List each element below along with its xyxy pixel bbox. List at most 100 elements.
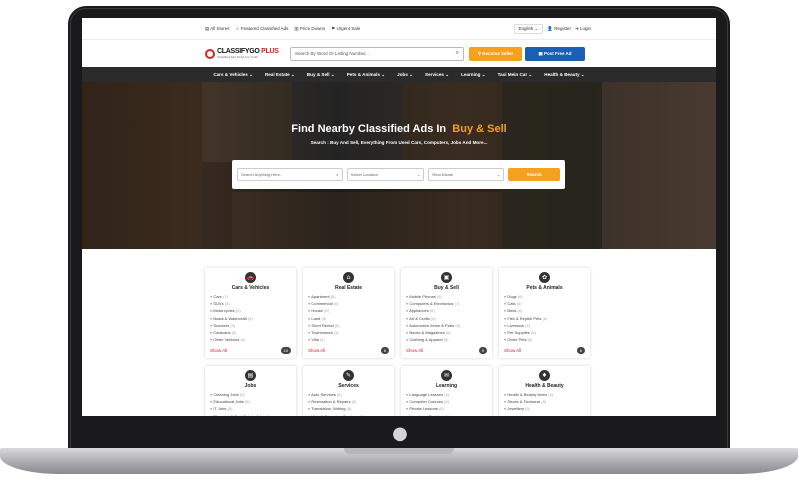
all-stores-label: All Stores — [210, 25, 230, 31]
show-all-link[interactable]: Show All — [406, 348, 423, 353]
category-item-label: Other Vehicles — [213, 337, 240, 343]
register-link[interactable]: 👤 Register — [547, 26, 571, 32]
category-item[interactable]: » Art & Crafts (6) — [406, 315, 487, 322]
nav-health-beauty[interactable]: Health & Beauty ⌄ — [544, 72, 584, 78]
category-item[interactable]: » Private Lessons (6) — [406, 405, 487, 412]
price-downs-label: Price Downs — [299, 25, 326, 31]
category-item[interactable]: » Short Rental (6) — [308, 322, 389, 329]
nav-services[interactable]: Services ⌄ — [425, 72, 449, 78]
category-item[interactable]: » Villa (6) — [308, 336, 389, 343]
category-item-label: SUVs — [213, 301, 224, 307]
category-item[interactable]: » Appliances (6) — [406, 307, 487, 314]
category-item[interactable]: » Pet Supplies (6) — [504, 329, 585, 336]
category-item[interactable]: » IT Jobs (6) — [210, 405, 291, 412]
category-item[interactable]: » Health & Beauty Items (6) — [504, 391, 585, 398]
category-item-label: Cleaning Jobs — [213, 392, 239, 397]
category-item-label: Livestock — [507, 322, 525, 328]
category-item[interactable]: » Vocational Training (6) — [406, 413, 487, 416]
category-item[interactable]: » Townhomes (1) — [308, 329, 389, 336]
category-item[interactable]: » Mobile Phones (6) — [406, 293, 487, 300]
category-item[interactable]: » Financial & Real Estate Jobs (6) — [210, 413, 291, 416]
category-title[interactable]: Real Estate — [308, 285, 389, 291]
nav-real-estate[interactable]: Real Estate ⌄ — [265, 72, 295, 78]
category-item[interactable]: » Apartment (6) — [308, 293, 389, 300]
category-item[interactable]: » Livestock (6) — [504, 322, 585, 329]
show-all-link[interactable]: Show All — [308, 348, 325, 353]
category-item[interactable]: » Cars (7) — [210, 293, 291, 300]
category-title[interactable]: Learning — [406, 383, 487, 389]
category-item[interactable]: » Dogs (6) — [504, 293, 585, 300]
category-title[interactable]: Health & Beauty — [504, 383, 585, 389]
category-item[interactable]: » Commercial (6) — [308, 300, 389, 307]
category-item[interactable]: » Other Pets (6) — [504, 336, 585, 343]
show-all-link[interactable]: Show All — [210, 348, 227, 353]
category-item[interactable]: » Computer Courses (6) — [406, 398, 487, 405]
category-item[interactable]: » Restoration & Repairs (6) — [308, 398, 389, 405]
category-item[interactable]: » Auto Services (6) — [308, 391, 389, 398]
main-nav: Cars & Vehicles ⌄ Real Estate ⌄ Buy & Se… — [82, 67, 716, 82]
login-link[interactable]: ➜ Login — [575, 26, 591, 32]
post-free-ad-button[interactable]: ▣ Post Free Ad — [525, 46, 585, 61]
category-item-count: (6) — [346, 406, 352, 412]
category-title[interactable]: Buy & Sell — [406, 285, 487, 291]
category-card: ⌂ Real Estate » Apartment (6)» Commercial … — [303, 268, 394, 358]
site-logo[interactable]: CLASSIFYGO PLUS Classified Ads Script Fo… — [205, 48, 287, 59]
nav-jobs[interactable]: Jobs ⌄ — [397, 72, 413, 78]
featured-link[interactable]: ☆ Featured Classified Ads — [236, 26, 289, 32]
category-item-count: (3) — [224, 301, 230, 307]
apple-logo-icon: ● — [392, 423, 408, 444]
hero-search-input[interactable]: Search Anything Here... ⌕ — [237, 168, 343, 181]
car-icon: 🚗 — [245, 272, 256, 283]
category-item[interactable]: » Automotive Items & Parts (6) — [406, 322, 487, 329]
category-title[interactable]: Cars & Vehicles — [210, 285, 291, 291]
category-item[interactable]: » Scooters (6) — [210, 322, 291, 329]
nav-cars-vehicles[interactable]: Cars & Vehicles ⌄ — [213, 72, 253, 78]
category-item[interactable]: » Jewellery (6) — [504, 405, 585, 412]
category-title[interactable]: Pets & Animals — [504, 285, 585, 291]
show-all-link[interactable]: Show All — [504, 348, 521, 353]
hero-search-button[interactable]: Search — [508, 168, 560, 181]
category-card: ✿ Pets & Animals » Dogs (6)» Cats (6)» Bir… — [499, 268, 590, 358]
all-stores-link[interactable]: ▤ All Stores — [205, 26, 230, 32]
nav-taxi[interactable]: Taxi Mein Car ⌄ — [498, 72, 533, 78]
category-item[interactable]: » Translation, Writing (6) — [308, 405, 389, 412]
category-item[interactable]: » Clothing & Apparel (6) — [406, 336, 487, 343]
category-item[interactable]: » Other Vehicles (6) — [210, 336, 291, 343]
category-item-label: Townhomes — [311, 330, 333, 336]
category-item[interactable]: » Cleaning Jobs (6) — [210, 391, 291, 398]
post-free-ad-label: Post Free Ad — [543, 51, 572, 56]
category-item[interactable]: » SUVs (3) — [210, 300, 291, 307]
category-item[interactable]: » Shoes & Footwear (6) — [504, 398, 585, 405]
language-selector[interactable]: English ⌄ — [513, 23, 544, 34]
nav-learning[interactable]: Learning ⌄ — [461, 72, 486, 78]
category-select[interactable]: Real Estate ⌄ — [428, 168, 505, 181]
category-item[interactable]: » Birds (6) — [504, 307, 585, 314]
category-item[interactable]: » Books & Magazines (6) — [406, 329, 487, 336]
category-item[interactable]: » Fish & Reptile Pets (6) — [504, 315, 585, 322]
category-title[interactable]: Jobs — [210, 383, 291, 389]
category-item[interactable]: » Educational Jobs (6) — [210, 398, 291, 405]
nav-label: Pets & Animals — [346, 71, 381, 77]
category-item[interactable]: » Land (6) — [308, 315, 389, 322]
category-item[interactable]: » Caravans (6) — [210, 329, 291, 336]
category-item[interactable]: » Web & Computer Services (6) — [308, 413, 389, 416]
nav-pets-animals[interactable]: Pets & Animals ⌄ — [347, 72, 385, 78]
category-item[interactable]: » Language Lessons (6) — [406, 391, 487, 398]
location-select[interactable]: Select Location ⌄ — [346, 168, 425, 181]
category-item[interactable]: » House (6) — [308, 307, 389, 314]
category-item-count: (6) — [330, 294, 336, 299]
top-bar: ▤ All Stores ☆ Featured Classified Ads ▥… — [82, 18, 716, 40]
category-item[interactable]: » Motorcycles (4) — [210, 307, 291, 314]
category-item[interactable]: » Cats (6) — [504, 300, 585, 307]
category-item-label: Clothing & Apparel — [409, 337, 443, 343]
header-search-input[interactable]: Search By Word Or Listing Number... ⌕ — [290, 46, 464, 61]
price-downs-link[interactable]: ▥ Price Downs — [294, 26, 325, 32]
category-title[interactable]: Services — [308, 383, 389, 389]
search-icon[interactable]: ⌕ — [456, 50, 459, 57]
category-item[interactable]: » Computers & Electronics (7) — [406, 300, 487, 307]
urgent-sale-link[interactable]: ⚑ Urgent Sale — [331, 26, 360, 32]
become-seller-button[interactable]: ⚲ Become Seller — [469, 46, 522, 61]
category-item-count: (6) — [530, 330, 536, 336]
nav-buy-sell[interactable]: Buy & Sell ⌄ — [307, 72, 335, 78]
category-item[interactable]: » Boats & Watercraft (6) — [210, 315, 291, 322]
